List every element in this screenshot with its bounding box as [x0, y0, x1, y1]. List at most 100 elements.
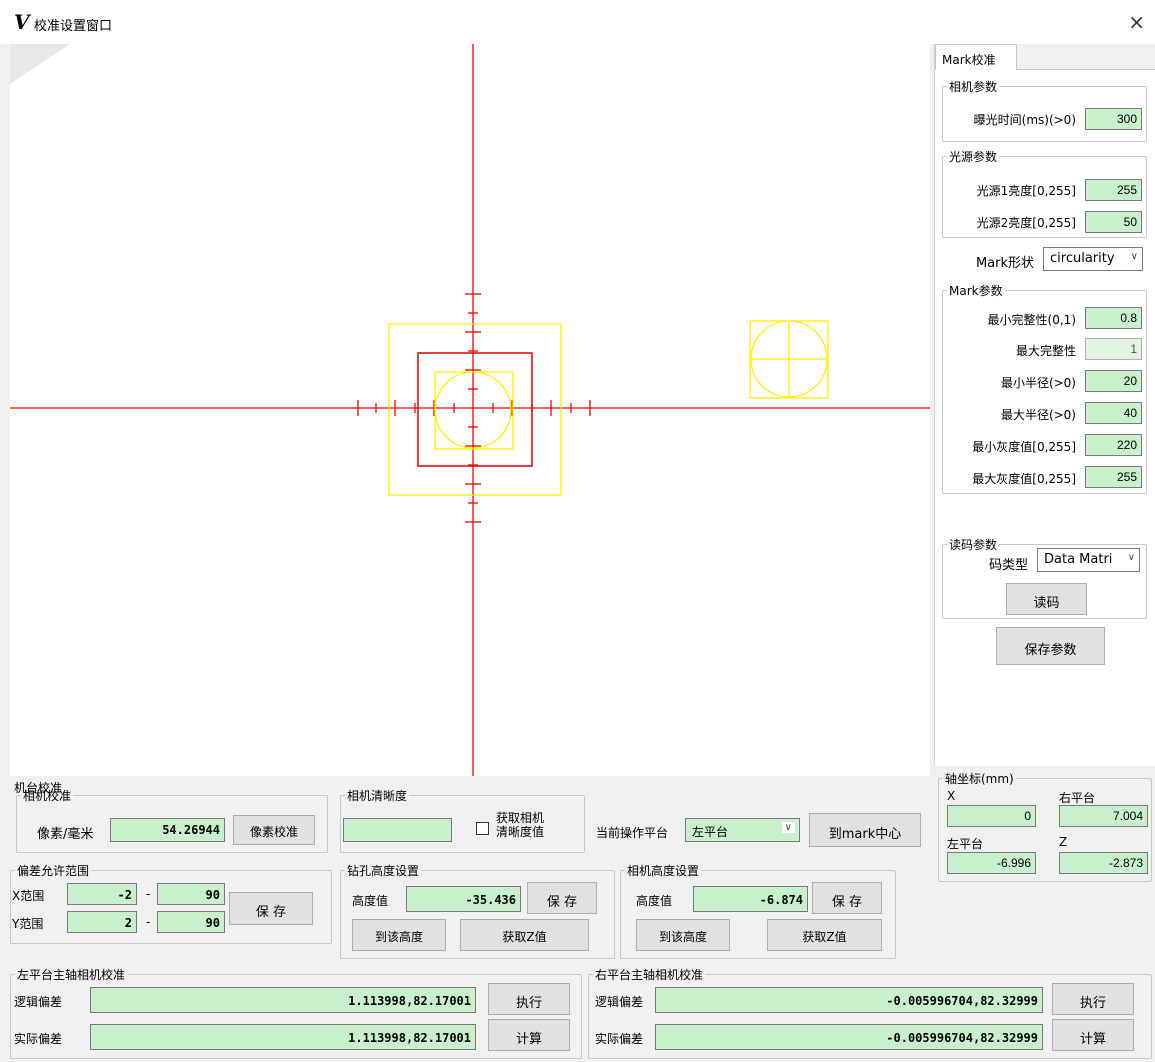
axis-z-value: -2.873 — [1059, 852, 1148, 874]
get-camera-z-button[interactable]: 获取Z值 — [767, 919, 882, 951]
save-deviation-button[interactable]: 保 存 — [229, 892, 313, 925]
pixel-per-mm-label: 像素/毫米 — [37, 827, 94, 842]
axis-coords-legend: 轴坐标(mm) — [945, 772, 1014, 786]
axis-z-label: Z — [1059, 835, 1068, 849]
axis-right-label: 右平台 — [1059, 791, 1096, 805]
chevron-down-icon: ∨ — [781, 822, 795, 833]
mark-params-legend: Mark参数 — [949, 284, 1003, 298]
clarity-legend: 相机清晰度 — [347, 789, 408, 803]
drill-height-legend: 钻孔高度设置 — [347, 864, 420, 878]
tab-mark-calibration[interactable]: Mark校准 — [935, 44, 1017, 70]
goto-mark-center-button[interactable]: 到mark中心 — [809, 813, 921, 847]
exposure-label: 曝光时间(ms)(>0) — [973, 113, 1076, 127]
y-range-dash: - — [146, 915, 151, 929]
save-drill-height-button[interactable]: 保 存 — [527, 882, 597, 914]
right-actual-label: 实际偏差 — [595, 1032, 644, 1046]
right-exec-button[interactable]: 执行 — [1052, 983, 1134, 1015]
get-clarity-label-line1: 获取相机 — [496, 811, 545, 825]
max-radius-input[interactable]: 40 — [1085, 402, 1142, 424]
camera-params-legend: 相机参数 — [949, 80, 998, 94]
max-integrity-label: 最大完整性 — [1015, 344, 1076, 358]
min-gray-label: 最小灰度值[0,255] — [972, 440, 1076, 454]
corner-shade — [10, 44, 70, 84]
platform-value: 左平台 — [692, 825, 729, 839]
min-gray-input[interactable]: 220 — [1085, 434, 1142, 456]
mark-shape-label: Mark形状 — [975, 256, 1034, 271]
camera-height-legend: 相机高度设置 — [627, 864, 700, 878]
clarity-value — [343, 818, 452, 842]
window-title: 校准设置窗口 — [34, 19, 113, 34]
left-logic-label: 逻辑偏差 — [14, 995, 63, 1009]
app-logo-icon: V — [14, 10, 30, 34]
camera-overlay — [10, 44, 930, 776]
axis-x-value: 0 — [947, 805, 1036, 827]
camera-calib-legend: 相机校准 — [23, 789, 72, 803]
get-clarity-label-line2: 清晰度值 — [496, 825, 545, 839]
code-params-legend: 读码参数 — [949, 538, 998, 552]
left-calc-button[interactable]: 计算 — [488, 1019, 570, 1051]
axis-left-label: 左平台 — [947, 837, 984, 851]
x-range-dash: - — [146, 887, 151, 901]
y-range-label: Y范围 — [12, 917, 44, 931]
camera-view[interactable] — [10, 44, 930, 776]
x-range-min[interactable]: -2 — [67, 883, 137, 905]
chevron-down-icon: ∨ — [1127, 552, 1135, 563]
min-integrity-label: 最小完整性(0,1) — [987, 313, 1076, 327]
min-integrity-input[interactable]: 0.8 — [1085, 307, 1142, 329]
light2-label: 光源2亮度[0,255] — [976, 216, 1076, 230]
code-type-select[interactable]: Data Matri ∨ — [1037, 548, 1140, 572]
right-logic-input[interactable]: -0.005996704,82.32999 — [655, 987, 1043, 1013]
get-drill-z-button[interactable]: 获取Z值 — [460, 919, 589, 951]
mark-shape-value: circularity — [1050, 251, 1115, 266]
axis-left-value: -6.996 — [947, 852, 1036, 874]
get-clarity-checkbox[interactable] — [476, 822, 489, 835]
mark-shape-select[interactable]: circularity ∨ — [1043, 247, 1143, 271]
min-radius-label: 最小半径(>0) — [1000, 376, 1076, 390]
code-type-value: Data Matri — [1044, 552, 1113, 567]
pixel-per-mm-input[interactable]: 54.26944 — [110, 818, 225, 842]
light2-input[interactable]: 50 — [1085, 211, 1142, 233]
right-calc-button[interactable]: 计算 — [1052, 1019, 1134, 1051]
chevron-down-icon: ∨ — [1130, 251, 1138, 262]
get-clarity-label: 获取相机 清晰度值 — [496, 811, 544, 839]
save-camera-height-button[interactable]: 保 存 — [812, 882, 882, 914]
left-exec-button[interactable]: 执行 — [488, 983, 570, 1015]
x-range-max[interactable]: 90 — [157, 883, 225, 905]
drill-height-label: 高度值 — [352, 894, 389, 908]
right-actual-input[interactable]: -0.005996704,82.32999 — [655, 1024, 1043, 1050]
read-code-button[interactable]: 读码 — [1006, 583, 1087, 615]
exposure-input[interactable]: 300 — [1085, 108, 1142, 130]
title-bar — [0, 0, 1155, 44]
max-gray-label: 最大灰度值[0,255] — [972, 472, 1076, 486]
drill-height-input[interactable]: -35.436 — [406, 886, 521, 912]
platform-label: 当前操作平台 — [596, 826, 669, 840]
max-radius-label: 最大半径(>0) — [1000, 408, 1076, 422]
light1-label: 光源1亮度[0,255] — [976, 184, 1076, 198]
max-integrity-input: 1 — [1085, 338, 1142, 360]
pixel-calibrate-button[interactable]: 像素校准 — [233, 815, 315, 845]
y-range-max[interactable]: 90 — [157, 911, 225, 933]
left-spindle-legend: 左平台主轴相机校准 — [17, 968, 126, 982]
deviation-legend: 偏差允许范围 — [17, 864, 90, 878]
goto-drill-height-button[interactable]: 到该高度 — [352, 919, 446, 951]
axis-right-value: 7.004 — [1059, 805, 1148, 827]
axis-x-label: X — [947, 789, 956, 803]
code-type-label: 码类型 — [988, 558, 1028, 573]
light1-input[interactable]: 255 — [1085, 179, 1142, 201]
x-range-label: X范围 — [12, 889, 45, 903]
save-params-button[interactable]: 保存参数 — [996, 627, 1105, 665]
min-radius-input[interactable]: 20 — [1085, 370, 1142, 392]
max-gray-input[interactable]: 255 — [1085, 466, 1142, 488]
y-range-min[interactable]: 2 — [67, 911, 137, 933]
platform-select[interactable]: 左平台 ∨ — [685, 818, 800, 842]
left-logic-input[interactable]: 1.113998,82.17001 — [90, 987, 476, 1013]
camera-height-label: 高度值 — [636, 894, 673, 908]
left-actual-input[interactable]: 1.113998,82.17001 — [90, 1024, 476, 1050]
camera-height-input[interactable]: -6.874 — [693, 886, 808, 912]
light-params-legend: 光源参数 — [949, 150, 998, 164]
right-logic-label: 逻辑偏差 — [595, 995, 644, 1009]
close-icon[interactable]: × — [1128, 10, 1145, 34]
right-spindle-legend: 右平台主轴相机校准 — [595, 968, 704, 982]
goto-camera-height-button[interactable]: 到该高度 — [636, 919, 730, 951]
tab-strip — [1017, 44, 1155, 70]
